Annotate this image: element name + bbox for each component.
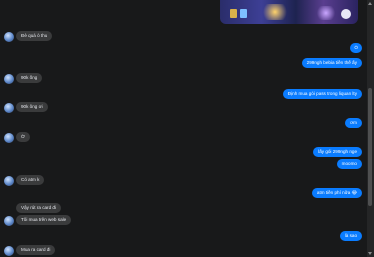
- contact-avatar-icon[interactable]: [4, 246, 14, 256]
- message-bubble-outgoing[interactable]: moomo: [336, 159, 362, 169]
- message-bubble-incoming[interactable]: Mua ra card đi: [16, 245, 56, 255]
- message-bubble-outgoing[interactable]: Ò: [350, 43, 362, 53]
- image-element: [240, 9, 247, 18]
- image-logo: [341, 9, 351, 19]
- image-element: [230, 9, 237, 18]
- contact-avatar-icon[interactable]: [4, 216, 14, 226]
- message-bubble-incoming[interactable]: Ờ: [16, 132, 30, 142]
- contact-avatar-icon[interactable]: [4, 74, 14, 84]
- message-bubble-outgoing[interactable]: lấy gói 299ngh nge: [313, 147, 362, 157]
- message-bubble-outgoing[interactable]: 299ngh bebia tiền thế ấy: [301, 58, 362, 68]
- message-bubble-incoming[interactable]: 90k ông ơi: [16, 102, 48, 112]
- message-bubble-outgoing[interactable]: là sao: [339, 231, 362, 241]
- message-bubble-incoming[interactable]: Đè quá ò thu: [16, 31, 53, 41]
- message-bubble-incoming[interactable]: Vậy rút ra card đi: [16, 203, 61, 213]
- scrollbar[interactable]: [367, 0, 374, 257]
- contact-avatar-icon[interactable]: [4, 32, 14, 42]
- chat-area: Đè quá ò thu Ò 299ngh bebia tiền thế ấy …: [0, 0, 366, 257]
- scroll-up-icon[interactable]: [368, 2, 372, 5]
- message-bubble-incoming[interactable]: Tôi mua trên web sale: [16, 215, 72, 225]
- contact-avatar-icon[interactable]: [4, 103, 14, 113]
- message-bubble-incoming[interactable]: 90k ống: [16, 73, 43, 83]
- message-bubble-outgoing[interactable]: Định mua gói pass trong liquan lty: [282, 89, 362, 99]
- image-element: [260, 4, 290, 20]
- shared-image[interactable]: [220, 0, 358, 24]
- scroll-down-icon[interactable]: [368, 252, 372, 255]
- message-bubble-outgoing[interactable]: ơm: [345, 118, 362, 128]
- message-bubble-outgoing[interactable]: atm tiền phí nữa 😂: [311, 188, 362, 198]
- contact-avatar-icon[interactable]: [4, 176, 14, 186]
- contact-avatar-icon[interactable]: [4, 133, 14, 143]
- scrollbar-thumb[interactable]: [368, 88, 372, 206]
- image-element: [315, 6, 337, 20]
- message-bubble-incoming[interactable]: Có atm k: [16, 175, 45, 185]
